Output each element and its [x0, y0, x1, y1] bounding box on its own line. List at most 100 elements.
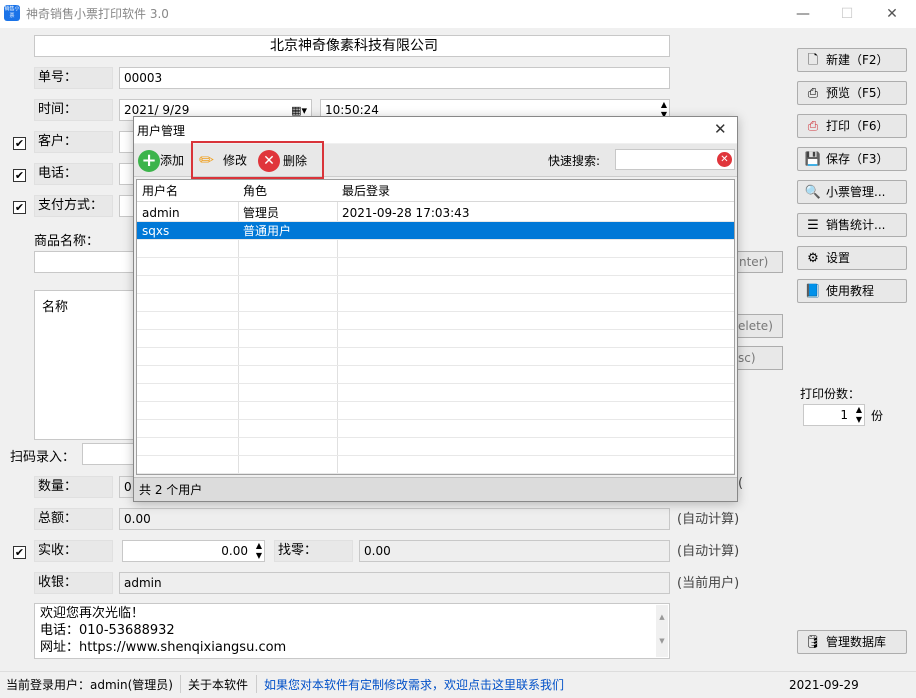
enter-button[interactable]: nter)	[737, 251, 783, 273]
empty-row	[137, 420, 734, 438]
print-copies-unit: 份	[871, 409, 884, 423]
tutorial-button[interactable]: 📘 使用教程	[797, 279, 907, 303]
column-last-login[interactable]: 最后登录	[337, 180, 390, 201]
dialog-status-bar: 共 2 个用户	[134, 477, 737, 501]
about-link[interactable]: 关于本软件	[188, 672, 248, 698]
column-username[interactable]: 用户名	[137, 180, 178, 201]
list-icon: ☰	[807, 218, 819, 233]
change-label: 找零：	[274, 540, 353, 562]
gear-icon: ⚙	[807, 251, 819, 266]
date-value: 2021/ 9/29	[124, 103, 190, 117]
dialog-close-icon[interactable]: ✕	[714, 120, 727, 138]
app-icon: 销售小票	[4, 5, 20, 21]
quick-search-input[interactable]: ✕	[615, 149, 735, 170]
receipt-manage-button[interactable]: 🔍 小票管理...	[797, 180, 907, 204]
settings-button[interactable]: ⚙ 设置	[797, 246, 907, 270]
footer-textarea[interactable]: 欢迎您再次光临！ 电话：010-53688932 网址：https://www.…	[34, 603, 670, 659]
table-header: 用户名 角色 最后登录	[137, 180, 734, 202]
empty-row	[137, 240, 734, 258]
product-list[interactable]: 名称	[34, 290, 134, 440]
cashier-value: admin	[119, 572, 670, 594]
empty-row	[137, 276, 734, 294]
empty-row	[137, 348, 734, 366]
empty-row	[137, 366, 734, 384]
time-label: 时间：	[34, 99, 113, 121]
company-name-field[interactable]: 北京神奇像素科技有限公司	[34, 35, 670, 57]
empty-row	[137, 456, 734, 474]
total-value: 0.00	[119, 508, 670, 530]
empty-row	[137, 294, 734, 312]
scan-label: 扫码录入：	[10, 450, 76, 465]
empty-row	[137, 438, 734, 456]
phone-label: 电话：	[34, 163, 113, 185]
maximize-icon[interactable]: ☐	[837, 4, 857, 24]
save-icon: 💾	[804, 152, 822, 167]
clear-search-icon[interactable]: ✕	[717, 152, 732, 167]
product-name-label: 商品名称：	[34, 234, 100, 249]
qty-label: 数量：	[34, 476, 113, 498]
table-row[interactable]: admin 管理员 2021-09-28 17:03:43	[137, 204, 734, 222]
paid-input[interactable]: 0.00 ▲ ▼	[122, 540, 265, 562]
cell-role: 管理员	[243, 206, 280, 220]
payment-checkbox[interactable]: ✔	[13, 201, 26, 214]
phone-checkbox[interactable]: ✔	[13, 169, 26, 182]
user-table[interactable]: 用户名 角色 最后登录 admin 管理员 2021-09-28 17:03:4…	[136, 179, 735, 475]
edit-user-button[interactable]: ✏ 修改	[199, 147, 247, 173]
empty-row	[137, 330, 734, 348]
paid-value: 0.00	[221, 544, 248, 558]
empty-row	[137, 384, 734, 402]
column-role[interactable]: 角色	[238, 180, 267, 201]
dialog-title: 用户管理	[137, 124, 186, 138]
footer-scrollbar[interactable]: ▲ ▼	[656, 605, 668, 657]
empty-row	[137, 258, 734, 276]
product-name-input[interactable]	[34, 251, 134, 273]
cell-last-login	[337, 222, 342, 239]
copies-spinner-icon[interactable]: ▲ ▼	[856, 405, 862, 425]
cashier-label: 收银：	[34, 572, 113, 594]
total-auto-hint: (自动计算)	[677, 512, 740, 527]
window-title: 神奇销售小票打印软件 3.0	[26, 7, 169, 21]
status-datetime: 2021-09-29 16:46:07	[789, 678, 859, 692]
delete-user-button[interactable]: ✕ 删除	[258, 147, 307, 173]
print-icon: ⎙	[807, 119, 819, 134]
table-row-selected[interactable]: sqxs 普通用户	[137, 222, 734, 240]
save-button[interactable]: 💾 保存（F3）	[797, 147, 907, 171]
paid-label: 实收：	[34, 540, 113, 562]
new-button[interactable]: 🗋 新建（F2）	[797, 48, 907, 72]
print-copies-value: 1	[840, 408, 848, 422]
cell-username: admin	[142, 206, 180, 220]
dialog-toolbar: + 添加 ✏ 修改 ✕ 删除 快速搜索: ✕	[134, 141, 737, 179]
customer-checkbox[interactable]: ✔	[13, 137, 26, 150]
database-icon: 🛢	[804, 635, 822, 650]
total-label: 总额：	[34, 508, 113, 530]
delete-icon: ✕	[258, 149, 280, 172]
add-user-button[interactable]: + 添加	[138, 147, 184, 173]
esc-button[interactable]: sc)	[737, 346, 783, 370]
pencil-icon: ✏	[199, 149, 215, 171]
preview-button[interactable]: ⎙ 预览（F5）	[797, 81, 907, 105]
footer-line-3: 网址：https://www.shenqixiangsu.com	[40, 640, 287, 655]
paid-spinner-icon[interactable]: ▲ ▼	[256, 541, 262, 561]
product-list-header-name: 名称	[42, 300, 69, 315]
print-copies-label: 打印份数：	[800, 387, 861, 401]
change-auto-hint: (自动计算)	[677, 544, 740, 559]
paid-checkbox[interactable]: ✔	[13, 546, 26, 559]
print-copies-input[interactable]: 1 ▲ ▼	[803, 404, 865, 426]
order-no-label: 单号：	[34, 67, 113, 89]
footer-line-1: 欢迎您再次光临！	[40, 606, 145, 621]
scan-input[interactable]	[82, 443, 135, 465]
manage-db-button[interactable]: 🛢 管理数据库	[797, 630, 907, 654]
status-divider	[256, 675, 257, 693]
search-icon: 🔍	[804, 185, 822, 200]
print-button[interactable]: ⎙ 打印（F6）	[797, 114, 907, 138]
cell-username: sqxs	[142, 224, 170, 238]
close-icon[interactable]: ✕	[882, 4, 902, 24]
order-no-input[interactable]: 00003	[119, 67, 670, 89]
custom-dev-link[interactable]: 如果您对本软件有定制修改需求，欢迎点击这里联系我们	[264, 672, 564, 698]
minimize-icon[interactable]: —	[793, 4, 813, 24]
sales-stats-button[interactable]: ☰ 销售统计...	[797, 213, 907, 237]
delete-item-button[interactable]: elete)	[737, 314, 783, 338]
payment-label: 支付方式：	[34, 195, 113, 217]
footer-line-2: 电话：010-53688932	[40, 623, 175, 638]
add-icon: +	[138, 149, 160, 172]
